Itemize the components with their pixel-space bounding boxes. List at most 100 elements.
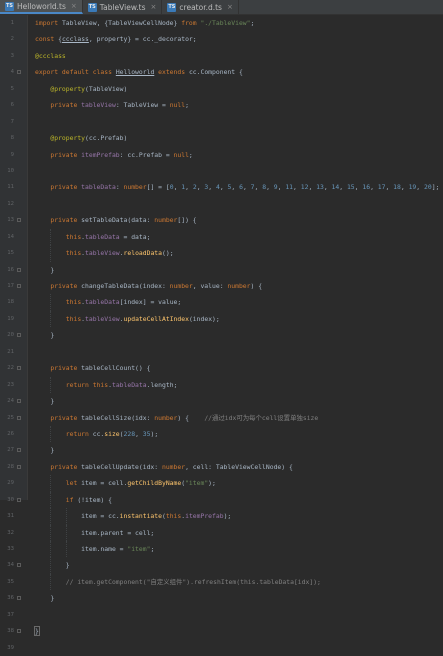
code-line[interactable]: 22 private tableCellCount() { xyxy=(0,360,443,376)
tab-creator-d[interactable]: TS creator.d.ts × xyxy=(162,0,239,14)
code-line[interactable]: 1 import TableView, {TableViewCellNode} f… xyxy=(0,15,443,31)
fold-marker-icon[interactable] xyxy=(17,284,21,288)
tab-helloworld[interactable]: TS Helloworld.ts × xyxy=(0,0,83,14)
code-line[interactable]: 15 this.tableView.reloadData(); xyxy=(0,245,443,262)
code-line[interactable]: 7 xyxy=(0,114,443,130)
code-token: .length; xyxy=(146,380,178,389)
fold-marker-icon[interactable] xyxy=(17,596,21,601)
code-line[interactable]: 32 item.parent = cell; xyxy=(0,524,443,541)
fold-marker-icon[interactable] xyxy=(17,267,21,272)
close-icon[interactable]: × xyxy=(151,3,157,11)
code-line[interactable]: 24 } xyxy=(0,393,443,409)
code-token: ; xyxy=(150,545,155,553)
code-token: changeTableData(index: xyxy=(81,282,170,290)
code-area[interactable]: 1 import TableView, {TableViewCellNode} f… xyxy=(0,15,443,656)
code-token: instantiate xyxy=(119,512,162,521)
code-line[interactable]: 33 item.name = "item"; xyxy=(0,541,443,558)
code-line[interactable]: 35 // item.getComponent("自定义组件").refresh… xyxy=(0,573,443,591)
code-line[interactable]: 4 export default class Helloworld extends… xyxy=(0,64,443,80)
fold-marker-icon[interactable] xyxy=(17,218,21,223)
line-number: 28 xyxy=(7,463,14,470)
code-token: tableView xyxy=(81,101,116,110)
code-token: ) { xyxy=(250,282,263,290)
code-line[interactable]: 37 xyxy=(0,607,443,623)
fold-marker-icon[interactable] xyxy=(17,448,21,453)
fold-marker-icon[interactable] xyxy=(17,563,21,568)
code-text: import TableView, {TableViewCellNode} fr… xyxy=(35,15,254,31)
fold-marker-icon[interactable] xyxy=(17,464,21,469)
code-line[interactable]: 39 xyxy=(0,640,443,656)
tab-tableview[interactable]: TS TableView.ts × xyxy=(83,0,163,14)
fold-marker-icon[interactable] xyxy=(17,415,21,420)
fold-marker-icon[interactable] xyxy=(17,399,21,404)
code-line[interactable]: 13 private setTableData(data: number[]) … xyxy=(0,212,443,228)
code-token: item = cc. xyxy=(35,512,120,521)
code-line[interactable]: 38} xyxy=(0,623,443,639)
code-text: return cc.size(228, 35); xyxy=(35,426,158,442)
line-number: 6 xyxy=(10,102,14,109)
line-number: 21 xyxy=(7,348,14,355)
code-token: : cc.Prefab = xyxy=(119,150,174,159)
code-line[interactable]: 23 return this.tableData.length; xyxy=(0,376,443,394)
code-token: ); xyxy=(150,429,159,438)
code-line[interactable]: 34 } xyxy=(0,557,443,574)
code-line[interactable]: 36 } xyxy=(0,590,443,606)
fold-marker-icon[interactable] xyxy=(17,629,21,634)
typescript-file-icon: TS xyxy=(5,1,14,11)
code-text: private changeTableData(index: number, v… xyxy=(35,278,262,294)
code-line[interactable]: 28 private tableCellUpdate(idx: number, … xyxy=(0,459,443,475)
code-line[interactable]: 14 this.tableData = data; xyxy=(0,228,443,246)
line-number: 11 xyxy=(7,184,14,191)
code-line[interactable]: 25 private tableCellSize(idx: number) { … xyxy=(0,410,443,426)
code-line[interactable]: 11 private tableData: number[] = [0, 1, … xyxy=(0,179,443,195)
code-token: , xyxy=(308,183,317,192)
code-line[interactable]: 27 } xyxy=(0,442,443,458)
close-icon[interactable]: × xyxy=(227,3,233,11)
close-icon[interactable]: × xyxy=(71,2,77,10)
fold-marker-icon[interactable] xyxy=(17,366,21,371)
line-number: 26 xyxy=(7,430,14,437)
code-line[interactable]: 8 @property(cc.Prefab) xyxy=(0,130,443,146)
code-token: number xyxy=(154,413,178,422)
code-line[interactable]: 16 } xyxy=(0,262,443,278)
code-line[interactable]: 21 xyxy=(0,344,443,360)
code-line[interactable]: 3 @ccclass xyxy=(0,48,443,64)
code-line[interactable]: 19 this.tableView.updateCellAtIndex(inde… xyxy=(0,310,443,328)
code-token: : xyxy=(115,183,124,192)
code-line[interactable]: 6 private tableView: TableView = null; xyxy=(0,97,443,113)
code-editor[interactable]: 1 import TableView, {TableViewCellNode} f… xyxy=(0,15,443,651)
line-number: 36 xyxy=(7,595,14,602)
code-token: , xyxy=(323,183,332,192)
code-token: tableData xyxy=(111,380,147,389)
code-line[interactable]: 18 this.tableData[index] = value; xyxy=(0,294,443,311)
code-line[interactable]: 2 const {ccclass, property} = cc._decorat… xyxy=(0,31,443,47)
code-token: , xyxy=(231,183,240,192)
code-line[interactable]: 31 item = cc.instantiate(this.itemPrefab… xyxy=(0,508,443,525)
code-line[interactable]: 17 private changeTableData(index: number… xyxy=(0,278,443,294)
line-number: 4 xyxy=(10,69,14,76)
code-line[interactable]: 26 return cc.size(228, 35); xyxy=(0,425,443,443)
line-number: 8 xyxy=(10,135,14,142)
code-token: private xyxy=(50,364,82,373)
code-token: this xyxy=(165,512,182,521)
code-text: private tableView: TableView = null; xyxy=(35,97,189,113)
code-token: ; xyxy=(188,150,193,159)
typescript-file-icon: TS xyxy=(167,2,177,12)
code-line[interactable]: 29 let item = cell.getChildByName("item"… xyxy=(0,475,443,492)
fold-marker-icon[interactable] xyxy=(17,333,21,338)
code-line[interactable]: 12 xyxy=(0,196,443,212)
code-line[interactable]: 20 } xyxy=(0,327,443,343)
code-token: } xyxy=(35,331,55,340)
code-token: [index] = value; xyxy=(119,298,182,307)
indent-guide xyxy=(50,524,52,541)
code-token: , xyxy=(135,429,143,438)
code-token: tableCellSize(idx: xyxy=(81,413,155,422)
code-line[interactable]: 10 xyxy=(0,163,443,179)
code-line[interactable]: 5 @property(TableView) xyxy=(0,81,443,97)
fold-marker-icon[interactable] xyxy=(17,70,21,75)
code-token: 20 xyxy=(423,183,432,192)
code-line[interactable]: 9 private itemPrefab: cc.Prefab = null; xyxy=(0,147,443,163)
